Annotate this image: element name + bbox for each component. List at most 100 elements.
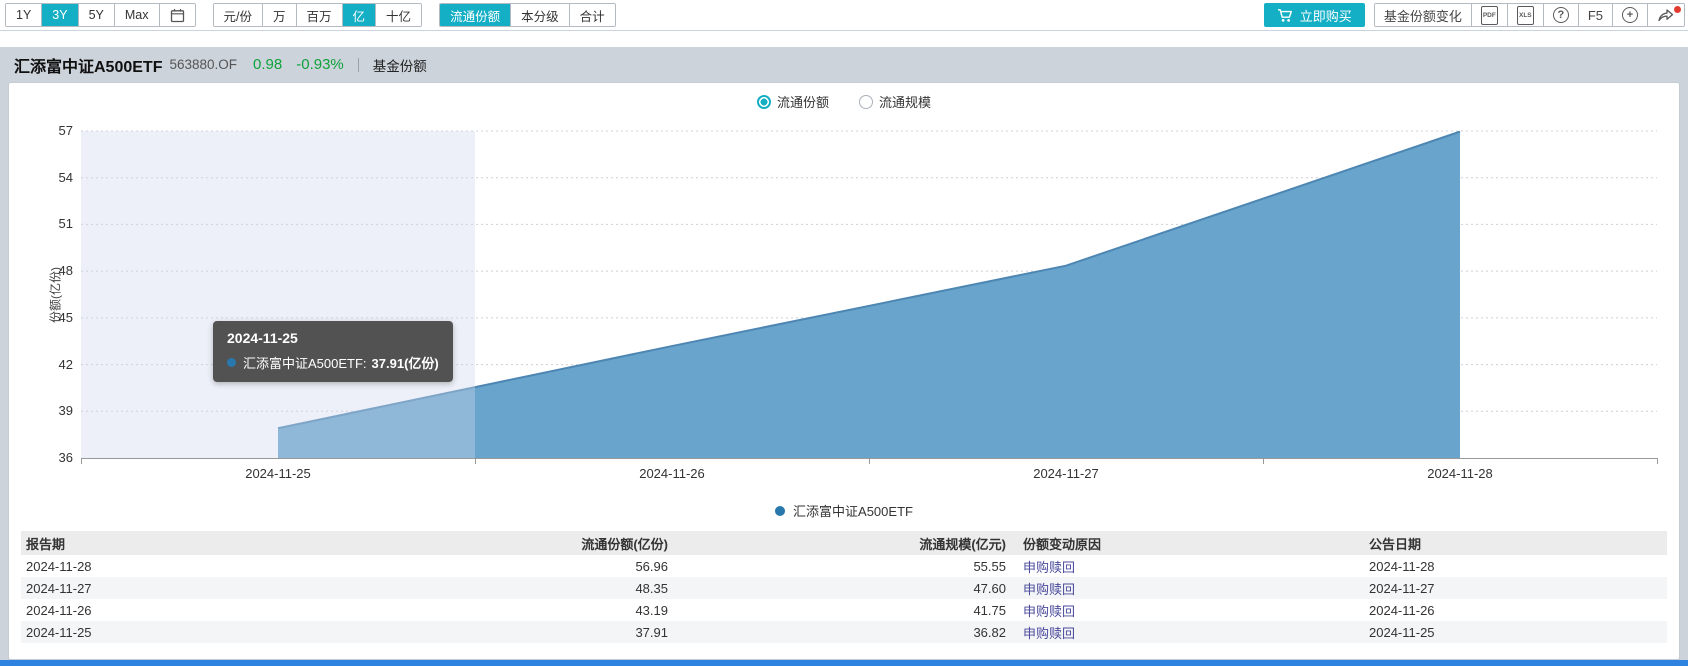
reason-link[interactable]: 申购赎回 — [1011, 577, 1357, 599]
hover-band — [81, 131, 475, 458]
unit-yi-button[interactable]: 亿 — [341, 4, 376, 26]
range-button-group: 1Y 3Y 5Y Max — [5, 3, 196, 27]
fund-code: 563880.OF — [169, 57, 238, 72]
window-bottom-border — [0, 660, 1688, 666]
help-button[interactable]: ? — [1542, 4, 1578, 26]
export-xls-button[interactable]: XLS — [1506, 4, 1543, 26]
add-button[interactable]: + — [1612, 4, 1647, 26]
table-cell: 47.60 — [973, 580, 1006, 596]
unit-wan-button[interactable]: 万 — [262, 4, 296, 26]
radio-off-icon — [859, 94, 873, 109]
table-cell: 56.96 — [635, 558, 668, 574]
share-history-table: 报告期 流通份额(亿份) 流通规模(亿元) 份额变动原因 公告日期 2024-1… — [21, 531, 1667, 643]
radio-on-icon — [756, 94, 771, 109]
table-row[interactable]: 2024-11-27 48.35 47.60 申购赎回 2024-11-27 — [21, 577, 1667, 599]
y-tick-label: 54 — [58, 169, 73, 185]
range-3y-button[interactable]: 3Y — [41, 4, 78, 26]
table-row[interactable]: 2024-11-26 43.19 41.75 申购赎回 2024-11-26 — [21, 599, 1667, 621]
chart-legend[interactable]: 汇添富中证A500ETF — [9, 501, 1679, 520]
y-tick-label: 57 — [58, 123, 73, 138]
unit-button-group: 元/份 万 百万 亿 十亿 — [212, 3, 423, 27]
buy-now-label: 立即购买 — [1299, 8, 1352, 24]
toolbar-right: 立即购买 基金份额变化 PDF XLS ? F5 + — [1263, 3, 1685, 27]
table-cell: 2024-11-28 — [26, 558, 92, 574]
table-cell: 55.55 — [973, 558, 1006, 574]
title-divider — [357, 57, 359, 72]
share-area-chart[interactable]: 份额(亿份) 57 54 51 48 45 42 39 36 2024-11-25 2024-1… — [49, 123, 1658, 481]
tooltip-series-label: 汇添富中证A500ETF: — [243, 356, 367, 371]
table-cell: 2024-11-28 — [1369, 558, 1435, 574]
pdf-icon: PDF — [1480, 5, 1498, 25]
mode-this-class-button[interactable]: 本分级 — [510, 4, 569, 26]
table-cell: 2024-11-25 — [26, 624, 92, 640]
table-header-row: 报告期 流通份额(亿份) 流通规模(亿元) 份额变动原因 公告日期 — [21, 531, 1667, 555]
range-1y-button[interactable]: 1Y — [6, 4, 42, 26]
y-tick-label: 36 — [58, 450, 73, 465]
table-row[interactable]: 2024-11-28 56.96 55.55 申购赎回 2024-11-28 — [21, 555, 1667, 577]
legend-series-name: 汇添富中证A500ETF — [793, 504, 913, 519]
unit-baiwan-button[interactable]: 百万 — [295, 4, 342, 26]
x-tick-label: 2024-11-28 — [1427, 466, 1493, 481]
table-cell: 2024-11-27 — [1369, 580, 1435, 596]
y-tick-label: 45 — [58, 309, 73, 325]
table-cell: 41.75 — [973, 602, 1006, 618]
col-circulating-scale: 流通规模(亿元) — [673, 531, 1011, 555]
window-button-group: 基金份额变化 PDF XLS ? F5 + — [1373, 3, 1685, 27]
table-cell: 2024-11-26 — [26, 602, 92, 618]
fund-price: 0.98 — [253, 56, 283, 73]
export-pdf-button[interactable]: PDF — [1470, 4, 1507, 26]
col-change-reason: 份额变动原因 — [1011, 531, 1357, 555]
y-tick-label: 39 — [58, 403, 73, 419]
cart-icon — [1277, 8, 1293, 23]
share-button[interactable] — [1647, 4, 1684, 26]
unit-yuan-button[interactable]: 元/份 — [213, 4, 262, 26]
mode-total-button[interactable]: 合计 — [568, 4, 615, 26]
x-tick-label: 2024-11-25 — [245, 466, 311, 481]
notification-dot — [1674, 6, 1681, 13]
col-announce-date: 公告日期 — [1357, 531, 1667, 555]
reason-link[interactable]: 申购赎回 — [1011, 599, 1357, 621]
table-cell: 2024-11-26 — [1369, 602, 1435, 618]
chart-tooltip: 2024-11-25 汇添富中证A500ETF: 37.91(亿份) — [213, 321, 453, 382]
reason-link[interactable]: 申购赎回 — [1011, 621, 1357, 643]
fund-share-change-button[interactable]: 基金份额变化 — [1374, 4, 1471, 26]
table-row[interactable]: 2024-11-25 37.91 36.82 申购赎回 2024-11-25 — [21, 621, 1667, 643]
tooltip-series-line: 汇添富中证A500ETF: 37.91(亿份) — [227, 353, 439, 372]
calendar-button[interactable] — [158, 4, 195, 26]
table-cell: 36.82 — [973, 624, 1006, 640]
table-cell: 2024-11-27 — [26, 580, 92, 596]
range-max-button[interactable]: Max — [113, 4, 159, 26]
mode-circulating-share-button[interactable]: 流通份额 — [440, 4, 511, 26]
range-5y-button[interactable]: 5Y — [77, 4, 114, 26]
radio-circulating-scale[interactable]: 流通规模 — [859, 92, 931, 111]
x-axis-labels: 2024-11-25 2024-11-26 2024-11-27 2024-11-28 — [81, 466, 1657, 484]
x-tick-label: 2024-11-26 — [639, 466, 705, 481]
fund-share-panel: 流通份额 流通规模 份额(亿份) 57 54 51 48 45 42 39 36 2024-1… — [8, 82, 1680, 660]
table-cell: 2024-11-25 — [1369, 624, 1435, 640]
share-history-table-wrap: 报告期 流通份额(亿份) 流通规模(亿元) 份额变动原因 公告日期 2024-1… — [21, 531, 1667, 643]
reason-link[interactable]: 申购赎回 — [1011, 555, 1357, 577]
y-tick-label: 42 — [58, 356, 73, 372]
radio-circulating-share[interactable]: 流通份额 — [756, 92, 829, 111]
col-report-date: 报告期 — [21, 531, 361, 555]
col-circulating-share: 流通份额(亿份) — [361, 531, 673, 555]
series-dot-icon — [227, 358, 236, 367]
share-arrow-icon — [1657, 7, 1675, 23]
plot-svg — [81, 130, 1658, 464]
top-toolbar: 1Y 3Y 5Y Max 元/份 万 百万 亿 十亿 流通份额 本分级 合计 立… — [0, 0, 1688, 31]
mode-button-group: 流通份额 本分级 合计 — [439, 3, 616, 27]
legend-dot-icon — [775, 505, 786, 516]
x-tick-label: 2024-11-27 — [1033, 466, 1099, 481]
xls-icon: XLS — [1516, 5, 1534, 25]
radio-label: 流通份额 — [776, 95, 829, 110]
plus-icon: + — [1622, 7, 1638, 23]
unit-shiyi-button[interactable]: 十亿 — [375, 4, 422, 26]
fund-title-bar: 汇添富中证A500ETF 563880.OF 0.98 -0.93% 基金份额 — [0, 47, 1688, 82]
fund-name: 汇添富中证A500ETF — [14, 58, 163, 76]
calendar-icon — [170, 8, 185, 23]
y-axis-ticks: 57 54 51 48 45 42 39 36 — [31, 123, 73, 465]
tooltip-date: 2024-11-25 — [227, 330, 298, 346]
buy-now-button[interactable]: 立即购买 — [1263, 3, 1365, 27]
help-icon: ? — [1552, 7, 1569, 23]
refresh-f5-button[interactable]: F5 — [1577, 4, 1612, 26]
